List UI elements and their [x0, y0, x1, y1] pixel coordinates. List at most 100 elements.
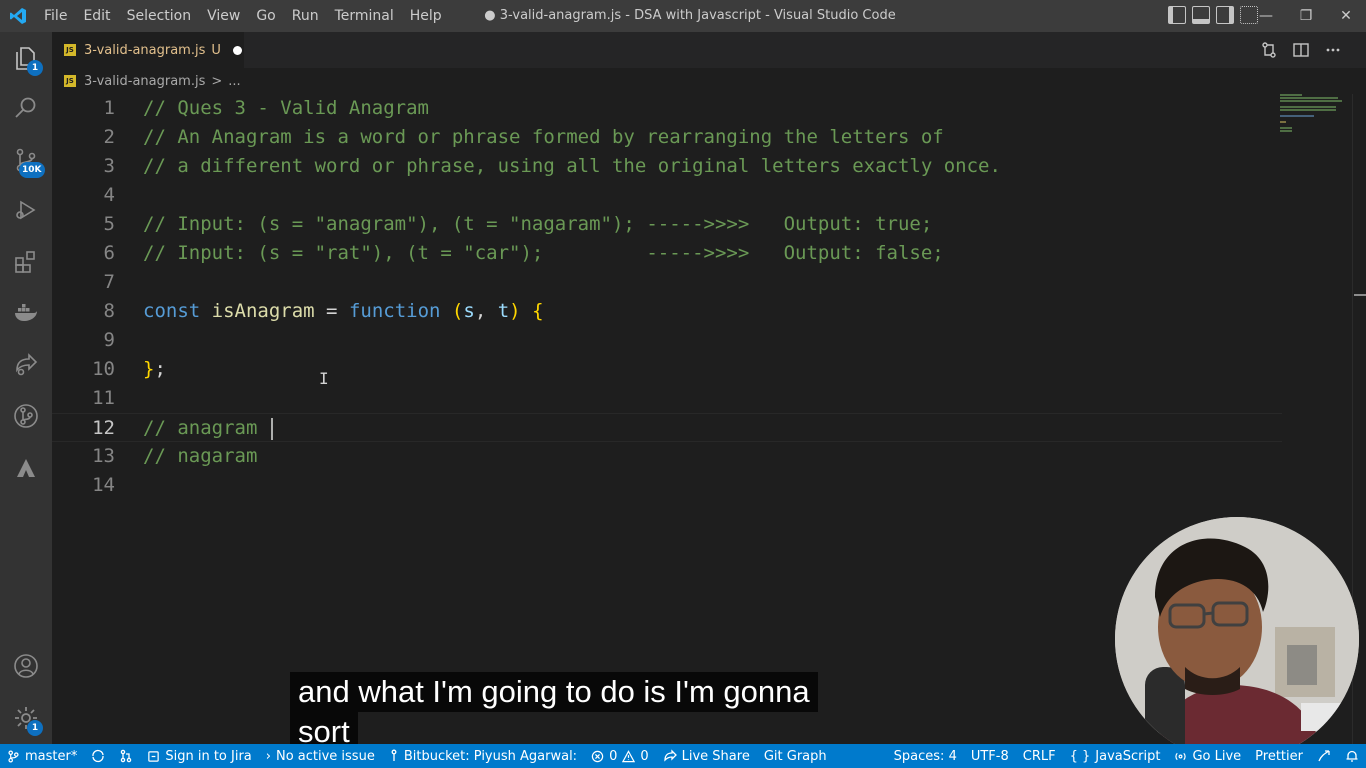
git-graph-item[interactable]: Git Graph: [757, 744, 834, 768]
status-bar-right: Spaces: 4 UTF-8 CRLF { } JavaScript Go L…: [887, 744, 1366, 768]
js-file-icon: JS: [64, 44, 76, 56]
code-text: // Input: (s = "rat"), (t = "car"); ----…: [143, 242, 944, 264]
active-issue-item[interactable]: › No active issue: [259, 744, 382, 768]
code-line: 11: [52, 384, 1282, 413]
sync-item[interactable]: [84, 744, 112, 768]
toggle-panel-icon[interactable]: [1192, 6, 1210, 24]
sync-icon: [92, 749, 104, 763]
run-debug-icon[interactable]: [10, 194, 42, 226]
status-bar: master* Sign in to Jira › No active issu…: [0, 744, 1366, 768]
editor-actions: [1260, 41, 1342, 63]
tab-3-valid-anagram[interactable]: JS 3-valid-anagram.js U: [52, 32, 244, 68]
minimap-line: [1280, 97, 1338, 99]
toggle-primary-sidebar-icon[interactable]: [1168, 6, 1186, 24]
line-number: 5: [103, 213, 115, 235]
extensions-icon[interactable]: [10, 246, 42, 278]
indentation-item[interactable]: Spaces: 4: [887, 744, 964, 768]
menu-selection[interactable]: Selection: [119, 0, 200, 32]
close-button[interactable]: ✕: [1326, 0, 1366, 32]
code-line: 1 // Ques 3 - Valid Anagram: [52, 94, 1282, 123]
account-icon[interactable]: [10, 650, 42, 682]
unsaved-dot-icon[interactable]: [232, 45, 242, 55]
minimize-button[interactable]: —: [1246, 0, 1286, 32]
menu-terminal[interactable]: Terminal: [327, 0, 402, 32]
feedback-item[interactable]: [1310, 744, 1338, 768]
param-comma: ,: [474, 300, 498, 322]
bitbucket-label: Bitbucket: Piyush Agarwal:: [403, 748, 578, 764]
minimap-line: [1280, 100, 1342, 102]
problems-item[interactable]: 0 0: [584, 744, 656, 768]
jira-sign-in-item[interactable]: Sign in to Jira: [140, 744, 258, 768]
line-number: 8: [103, 300, 115, 322]
minimap[interactable]: [1278, 94, 1352, 134]
encoding-item[interactable]: UTF-8: [964, 744, 1016, 768]
menu-edit[interactable]: Edit: [75, 0, 118, 32]
code-text: };: [143, 355, 166, 384]
tab-filename: 3-valid-anagram.js: [84, 42, 206, 58]
paren-open: (: [451, 300, 464, 322]
breadcrumb-tail[interactable]: ...: [228, 74, 240, 89]
current-code-line: 12 // anagram: [52, 413, 1282, 442]
toggle-secondary-sidebar-icon[interactable]: [1216, 6, 1234, 24]
atlassian-icon[interactable]: [10, 452, 42, 484]
minimap-line: [1280, 115, 1314, 117]
webcam-overlay: [1115, 517, 1359, 761]
go-live-label: Go Live: [1192, 748, 1242, 764]
open-changes-icon[interactable]: [1260, 41, 1278, 63]
split-editor-icon[interactable]: [1292, 41, 1310, 63]
error-count: 0: [609, 748, 618, 764]
code-line: 14: [52, 471, 1282, 500]
live-share-item[interactable]: Live Share: [656, 744, 757, 768]
semicolon: ;: [154, 358, 166, 380]
pull-request-item[interactable]: [112, 744, 140, 768]
minimap-line: [1280, 130, 1292, 132]
git-graph-icon[interactable]: [10, 400, 42, 432]
menu-go[interactable]: Go: [248, 0, 283, 32]
menu-view[interactable]: View: [199, 0, 248, 32]
layout-controls: [1168, 6, 1258, 24]
search-icon[interactable]: [10, 92, 42, 124]
eol-item[interactable]: CRLF: [1016, 744, 1063, 768]
breadcrumb-file[interactable]: 3-valid-anagram.js: [84, 74, 205, 89]
code-text: const isAnagram = function (s, t) {: [143, 297, 544, 326]
keyword-const: const: [143, 300, 201, 322]
code-text: // a different word or phrase, using all…: [143, 155, 1001, 177]
code-line: 10 };: [52, 355, 1282, 384]
docker-icon[interactable]: [10, 296, 42, 328]
git-branch-item[interactable]: master*: [0, 744, 84, 768]
go-live-item[interactable]: Go Live: [1167, 744, 1248, 768]
menu-file[interactable]: File: [36, 0, 75, 32]
restore-button[interactable]: ❐: [1286, 0, 1326, 32]
notifications-item[interactable]: [1338, 744, 1366, 768]
live-share-label: Live Share: [681, 748, 750, 764]
line-number: 6: [103, 242, 115, 264]
warning-count: 0: [640, 748, 649, 764]
minimap-line: [1280, 109, 1336, 111]
branch-icon: [8, 750, 19, 762]
param-s: s: [463, 300, 475, 322]
eol-label: CRLF: [1022, 748, 1056, 764]
code-text: // An Anagram is a word or phrase formed…: [143, 126, 944, 148]
manage-gear-icon[interactable]: 1: [10, 702, 43, 736]
title-bar: File Edit Selection View Go Run Terminal…: [0, 0, 1366, 32]
menu-run[interactable]: Run: [284, 0, 327, 32]
more-actions-icon[interactable]: [1324, 41, 1342, 63]
bitbucket-item[interactable]: Bitbucket: Piyush Agarwal:: [382, 744, 584, 768]
explorer-icon[interactable]: 1: [10, 42, 43, 76]
breadcrumb: JS 3-valid-anagram.js > ...: [52, 68, 1366, 94]
keyword-function: function: [348, 300, 441, 322]
vscode-logo-icon: [0, 0, 36, 32]
live-share-icon[interactable]: [10, 348, 42, 380]
window-title: ● 3-valid-anagram.js - DSA with Javascri…: [484, 8, 896, 23]
code-line: 9: [52, 326, 1282, 355]
source-control-icon[interactable]: 10K: [10, 144, 45, 178]
line-number: 2: [103, 126, 115, 148]
prettier-item[interactable]: Prettier: [1248, 744, 1310, 768]
git-branch-label: master*: [25, 748, 78, 764]
code-text: // anagram: [143, 414, 273, 443]
line-number: 14: [92, 474, 115, 496]
code-line: 13 // nagaram: [52, 442, 1282, 471]
language-mode-item[interactable]: { } JavaScript: [1063, 744, 1168, 768]
tab-untracked-status: U: [211, 42, 221, 58]
line-number: 7: [103, 271, 115, 293]
